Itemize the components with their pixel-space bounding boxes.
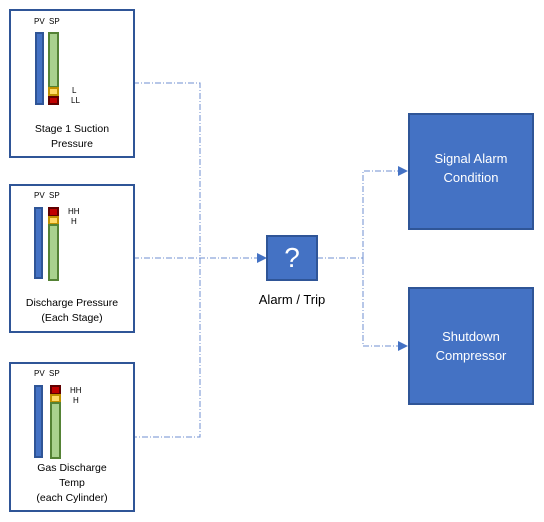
- panel-caption: Discharge Pressure (Each Stage): [11, 296, 133, 326]
- level-ll: LL: [71, 96, 80, 105]
- signal-alarm-condition-block: Signal Alarm Condition: [408, 113, 534, 230]
- level-h: H: [73, 396, 79, 405]
- panel-suction-pressure: PV SP L LL Stage 1 Suction Pressure: [9, 9, 135, 158]
- pv-label: PV: [34, 17, 45, 26]
- sp-low-band: [48, 87, 59, 96]
- pv-label: PV: [34, 369, 45, 378]
- panel-gas-discharge-temp: PV SP HH H Gas Discharge Temp (each Cyli…: [9, 362, 135, 512]
- block-label-line: Shutdown: [442, 329, 500, 344]
- caption-line: Stage 1 Suction: [34, 123, 110, 135]
- panel-caption: Gas Discharge Temp (each Cylinder): [11, 461, 133, 506]
- panel-caption: Stage 1 Suction Pressure: [11, 122, 133, 152]
- caption-line: Discharge Pressure: [25, 297, 119, 309]
- block-label-line: Signal Alarm: [434, 150, 508, 166]
- sp-normal-bar: [48, 32, 59, 88]
- caption-line: Temp: [59, 477, 85, 489]
- level-hh: HH: [70, 386, 82, 395]
- caption-line: Pressure: [50, 138, 93, 150]
- pv-label: PV: [34, 191, 45, 200]
- caption-line: Gas Discharge: [37, 462, 107, 474]
- shutdown-compressor-block: Shutdown Compressor: [408, 287, 534, 405]
- pv-bar: [34, 207, 43, 279]
- sp-label: SP: [49, 17, 60, 26]
- question-mark-icon: ?: [284, 242, 300, 273]
- alarm-trip-logic-block: ?: [266, 235, 318, 281]
- panel-discharge-pressure: PV SP HH H Discharge Pressure (Each Stag…: [9, 184, 135, 333]
- connector-to-alarm: [362, 166, 408, 258]
- level-l: L: [72, 86, 77, 95]
- diagram: PV SP L LL Stage 1 Suction Pressure PV S…: [0, 0, 544, 522]
- connector-to-shutdown: [362, 258, 408, 351]
- sp-low-low-band: [48, 96, 59, 105]
- sp-label: SP: [49, 369, 60, 378]
- sp-label: SP: [49, 191, 60, 200]
- caption-line: (Each Stage): [41, 312, 103, 324]
- pv-bar: [34, 385, 43, 458]
- connector-suction: [133, 82, 201, 438]
- sp-normal-bar: [50, 402, 61, 459]
- block-label-line: Condition: [443, 169, 499, 185]
- level-hh: HH: [68, 207, 80, 216]
- caption-line: (each Cylinder): [36, 492, 108, 504]
- pv-bar: [35, 32, 44, 105]
- logic-label: Alarm / Trip: [258, 292, 326, 307]
- block-label-line: Compressor: [435, 348, 507, 363]
- sp-normal-bar: [48, 224, 59, 281]
- level-h: H: [71, 217, 77, 226]
